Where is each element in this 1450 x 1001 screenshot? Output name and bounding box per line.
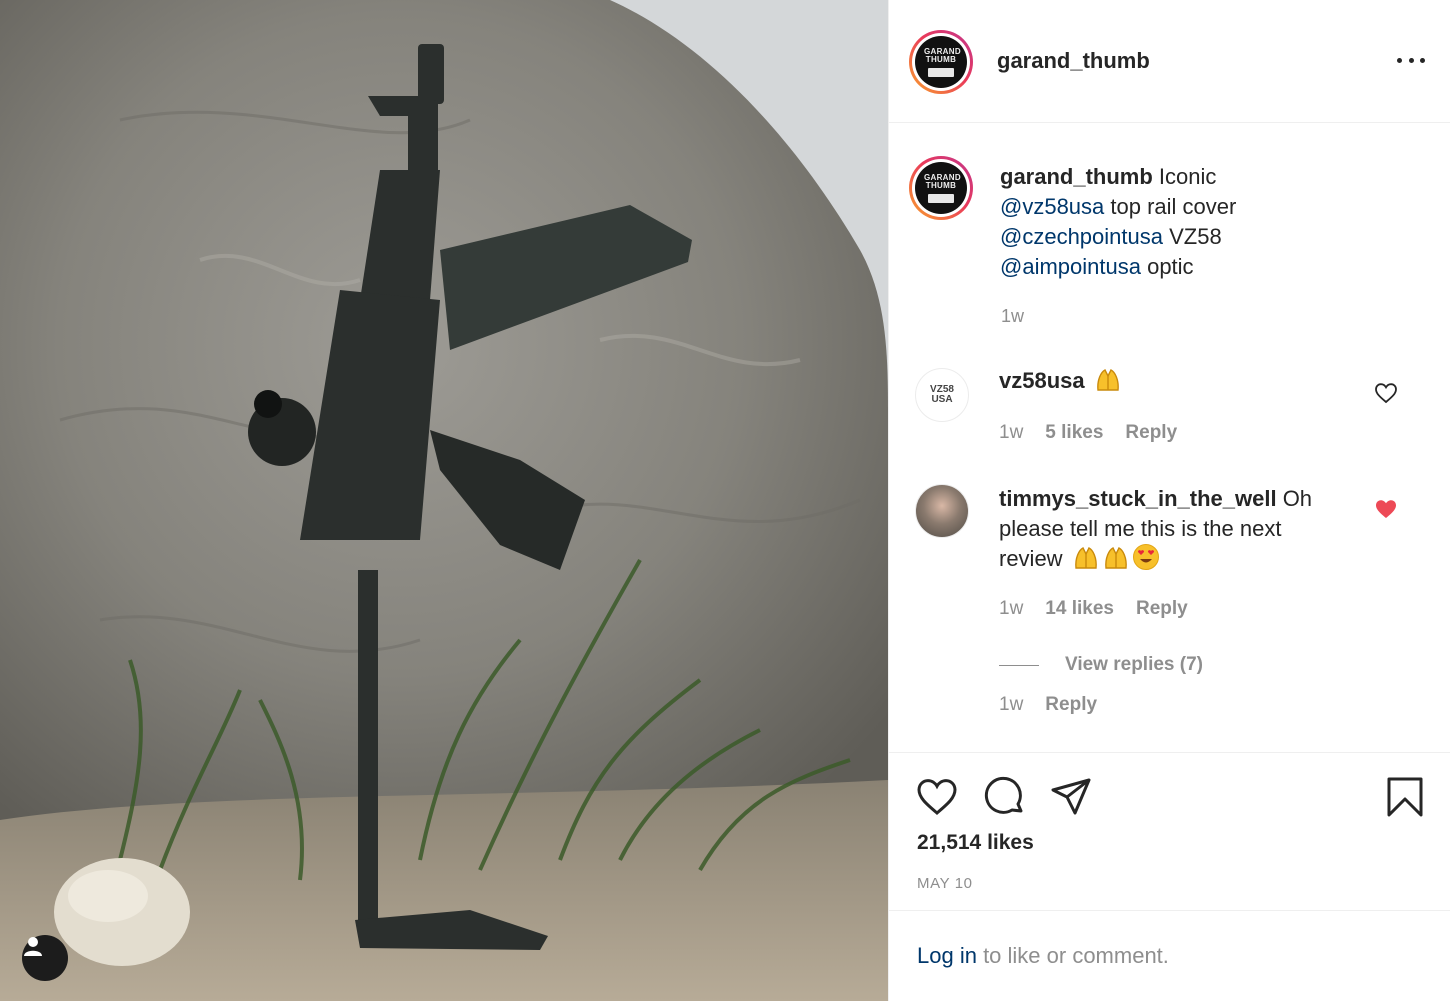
reply-reply-button[interactable]: Reply [1045, 694, 1097, 716]
reply-timestamp[interactable]: 1w [999, 694, 1023, 716]
caption-username[interactable]: garand_thumb [1000, 164, 1153, 189]
comment-body: vz58usa [999, 366, 1121, 396]
likes-count[interactable]: 21,514 likes [917, 831, 1034, 855]
post-date[interactable]: MAY 10 [917, 875, 973, 892]
comment-likes[interactable]: 5 likes [1045, 422, 1103, 444]
comment-username[interactable]: vz58usa [999, 368, 1085, 393]
caption-timestamp[interactable]: 1w [1001, 306, 1024, 327]
share-icon[interactable] [1049, 775, 1093, 819]
comment-likes[interactable]: 14 likes [1045, 598, 1114, 620]
comment-timestamp[interactable]: 1w [999, 422, 1023, 444]
user-tag-button[interactable] [22, 935, 68, 981]
post-photo[interactable] [0, 0, 888, 1001]
raising-hands-emoji [1073, 544, 1099, 570]
caption-text: VZ58 [1162, 224, 1222, 249]
like-icon[interactable] [915, 775, 959, 819]
comment-body: timmys_stuck_in_the_well Oh please tell … [999, 484, 1329, 574]
caption-avatar[interactable]: GARAND THUMB [909, 156, 973, 220]
avatar-image: GARAND THUMB [915, 36, 967, 88]
caption-mention[interactable]: @vz58usa [1000, 194, 1104, 219]
photo-scene [0, 0, 888, 1001]
avatar-logo-text: GARAND THUMB [924, 172, 961, 190]
header-username[interactable]: garand_thumb [997, 48, 1150, 74]
view-replies-button[interactable]: View replies (7) [999, 654, 1203, 676]
comment-username[interactable]: timmys_stuck_in_the_well [999, 486, 1277, 511]
login-prompt: Log in to like or comment. [917, 943, 1169, 969]
comment-avatar[interactable]: VZ58 USA [915, 368, 969, 422]
heart-eyes-emoji [1132, 544, 1159, 570]
view-replies-label: View replies (7) [1065, 654, 1203, 675]
view-replies-divider [999, 664, 1039, 666]
comment-login-footer: Log in to like or comment. [889, 910, 1450, 1001]
header-avatar[interactable]: GARAND THUMB [909, 30, 973, 94]
login-link[interactable]: Log in [917, 943, 977, 968]
post-side-panel: GARAND THUMB garand_thumb GARAND THUMB g… [888, 0, 1450, 1001]
caption-text: Iconic [1152, 164, 1217, 189]
post-actions: 21,514 likes MAY 10 [889, 752, 1450, 912]
comment-like-icon[interactable] [1374, 382, 1398, 404]
comment-icon[interactable] [983, 775, 1027, 819]
caption-mention[interactable]: @aimpointusa [1000, 254, 1141, 279]
comment-liked-heart-icon[interactable] [1374, 498, 1398, 520]
post-caption: garand_thumb Iconic @vz58usa top rail co… [1000, 162, 1420, 282]
more-options-icon[interactable] [1397, 50, 1425, 70]
caption-mention[interactable]: @czechpointusa [1000, 224, 1163, 249]
raising-hands-emoji [1095, 366, 1121, 392]
post-header: GARAND THUMB garand_thumb [889, 0, 1450, 123]
caption-text: optic [1140, 254, 1194, 279]
raising-hands-emoji [1103, 544, 1129, 570]
comment-meta: 1w 14 likes Reply [999, 598, 1188, 620]
comment-avatar[interactable] [915, 484, 969, 538]
reply-meta: 1w Reply [999, 694, 1097, 716]
login-prompt-text: to like or comment. [976, 943, 1169, 968]
save-icon[interactable] [1383, 775, 1427, 819]
avatar-logo-text: GARAND THUMB [924, 46, 961, 64]
comment-reply-button[interactable]: Reply [1136, 598, 1188, 620]
avatar-image: GARAND THUMB [915, 162, 967, 214]
comment-reply-button[interactable]: Reply [1125, 422, 1177, 444]
comment-timestamp[interactable]: 1w [999, 598, 1023, 620]
user-tag-icon [24, 937, 42, 956]
avatar-logo-text: VZ58 USA [930, 384, 954, 405]
comment-meta: 1w 5 likes Reply [999, 422, 1177, 444]
caption-text: top rail cover [1104, 194, 1237, 219]
